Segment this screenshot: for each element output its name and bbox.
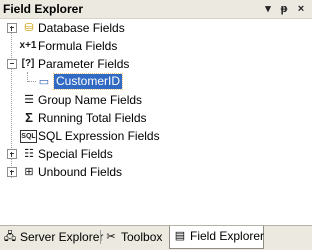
- tree-item-label: Formula Fields: [38, 39, 118, 53]
- tab-field-explorer[interactable]: ▤ Field Explorer: [169, 226, 264, 249]
- group-name-icon: ☰: [24, 94, 34, 106]
- parameter-field-icon: ▭: [38, 76, 50, 88]
- tab-toolbox[interactable]: ✂ Toolbox: [101, 228, 169, 246]
- sql-expression-icon: SQL: [20, 130, 37, 143]
- toolbox-icon: ✂: [106, 231, 116, 243]
- expand-plus-icon[interactable]: [7, 23, 17, 33]
- field-tree: ⛁ Database Fields x+1 Formula Fields [?]…: [0, 19, 312, 219]
- tab-label: Server Explorer: [20, 230, 104, 244]
- tree-item-label: Running Total Fields: [38, 111, 147, 125]
- auto-hide-pin-icon[interactable]: ᵽ: [277, 2, 291, 16]
- panel-title: Field Explorer: [3, 2, 84, 16]
- tree-item-formula-fields[interactable]: x+1 Formula Fields: [0, 37, 312, 55]
- tree-item-customerid[interactable]: ▭ CustomerID: [0, 73, 312, 91]
- tree-item-label-selected: CustomerID: [52, 73, 124, 90]
- tree-item-label: Unbound Fields: [38, 165, 123, 179]
- collapse-minus-icon[interactable]: [7, 59, 17, 69]
- tree-item-label: SQL Expression Fields: [38, 129, 160, 143]
- server-explorer-icon: 🖧: [3, 231, 17, 243]
- special-fields-icon: ☷: [24, 148, 34, 160]
- tree-item-parameter-fields[interactable]: [?] Parameter Fields: [0, 55, 312, 73]
- bottom-tab-strip: 🖧 Server Explorer ✂ Toolbox ▤ Field Expl…: [0, 225, 312, 250]
- unbound-fields-icon: ⊞: [24, 166, 34, 178]
- tree-item-unbound-fields[interactable]: ⊞ Unbound Fields: [0, 163, 312, 181]
- tree-item-sql-expression-fields[interactable]: SQL SQL Expression Fields: [0, 127, 312, 145]
- close-icon[interactable]: ×: [294, 2, 308, 16]
- tree-item-label: Special Fields: [38, 147, 113, 161]
- tree-item-group-name-fields[interactable]: ☰ Group Name Fields: [0, 91, 312, 109]
- formula-icon: x+1: [19, 40, 37, 51]
- running-total-icon: Σ: [25, 110, 33, 125]
- tree-item-running-total-fields[interactable]: Σ Running Total Fields: [0, 109, 312, 127]
- tree-item-special-fields[interactable]: ☷ Special Fields: [0, 145, 312, 163]
- window-position-dropdown-icon[interactable]: ▾: [261, 2, 275, 16]
- tree-item-label: Database Fields: [38, 21, 125, 35]
- expand-plus-icon[interactable]: [7, 149, 17, 159]
- expand-plus-icon[interactable]: [7, 167, 17, 177]
- field-explorer-icon: ▤: [174, 230, 186, 242]
- tree-item-database-fields[interactable]: ⛁ Database Fields: [0, 19, 312, 37]
- tab-label: Field Explorer: [190, 229, 265, 243]
- tab-label: Toolbox: [121, 230, 163, 244]
- tree-item-label: Parameter Fields: [38, 57, 130, 71]
- tree-item-label: Group Name Fields: [38, 93, 143, 107]
- tab-server-explorer[interactable]: 🖧 Server Explorer: [0, 228, 104, 246]
- database-icon: ⛁: [24, 22, 34, 34]
- field-explorer-panel: Field Explorer ▾ ᵽ × ⛁ Database Fields x…: [0, 0, 312, 250]
- panel-titlebar: Field Explorer ▾ ᵽ ×: [0, 0, 312, 19]
- parameter-icon: [?]: [21, 58, 35, 69]
